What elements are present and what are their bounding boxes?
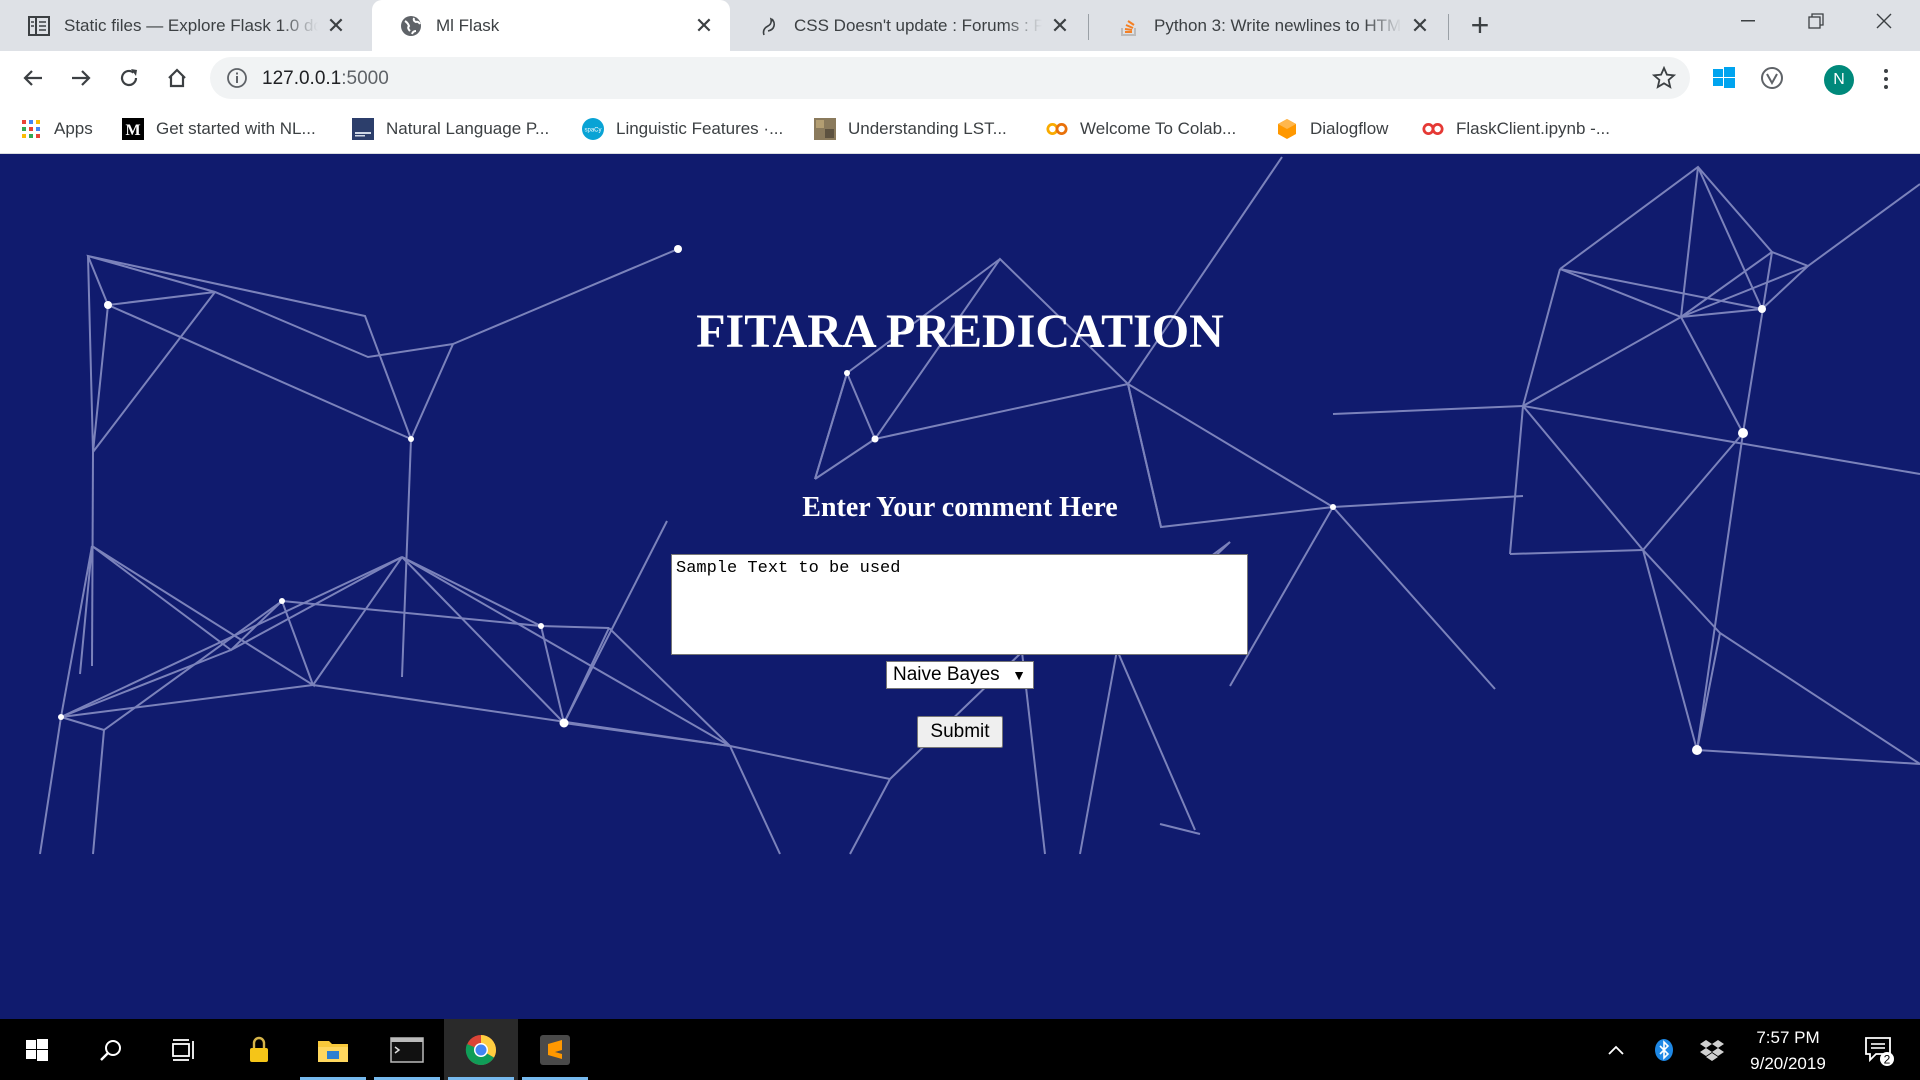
close-icon[interactable]: ✕ xyxy=(324,13,348,38)
close-window-button[interactable] xyxy=(1856,0,1912,42)
url-host: 127.0.0.1 xyxy=(262,68,342,89)
restore-button[interactable] xyxy=(1788,0,1844,42)
comment-label: Enter Your comment Here xyxy=(802,492,1118,523)
bookmark-label: Linguistic Features ·... xyxy=(616,119,784,138)
bookmarks-bar: Apps M Get started with NL... Natural La… xyxy=(0,104,1920,154)
tab-title: Ml Flask xyxy=(436,15,500,35)
windows-taskbar: 7:57 PM 9/20/2019 2 xyxy=(0,1019,1920,1080)
windows-extension-icon[interactable] xyxy=(1710,64,1738,92)
info-icon[interactable] xyxy=(226,67,248,89)
comment-textarea[interactable]: Sample Text to be used xyxy=(671,554,1248,655)
bookmark-dialogflow[interactable]: Dialogflow xyxy=(1276,116,1388,142)
browser-toolbar: 127.0.0.1:5000 N xyxy=(0,51,1920,104)
arrow-right-icon xyxy=(72,70,91,86)
dialogflow-icon xyxy=(1276,118,1298,140)
bookmark-natural-language[interactable]: Natural Language P... xyxy=(352,116,549,142)
tab-title: Python 3: Write newlines to HTML - Stack… xyxy=(1154,15,1402,35)
bookmark-label: Welcome To Colab... xyxy=(1080,119,1237,138)
show-hidden-icons-chevron-icon[interactable] xyxy=(1600,1019,1632,1080)
book-icon xyxy=(28,15,50,37)
avatar[interactable]: N xyxy=(1824,65,1854,95)
bookmark-label: Dialogflow xyxy=(1310,119,1389,138)
svg-text:spaCy: spaCy xyxy=(584,128,601,134)
bookmark-flaskclient[interactable]: FlaskClient.ipynb -... xyxy=(1422,116,1610,142)
home-button[interactable] xyxy=(160,61,194,95)
forward-button[interactable] xyxy=(64,61,98,95)
chrome-icon[interactable] xyxy=(444,1019,518,1080)
bookmark-label: Natural Language P... xyxy=(386,119,550,138)
close-icon[interactable]: ✕ xyxy=(692,13,716,38)
action-center-icon[interactable]: 2 xyxy=(1854,1019,1904,1080)
apps-grid-icon xyxy=(20,118,42,140)
address-bar[interactable]: 127.0.0.1:5000 xyxy=(210,57,1690,99)
close-icon[interactable]: ✕ xyxy=(1048,13,1072,38)
model-select[interactable]: Naive Bayes ▼ xyxy=(886,661,1034,689)
page-title: FITARA PREDICATION xyxy=(696,305,1224,358)
stackoverflow-icon xyxy=(1118,15,1140,37)
tab-css-forums[interactable]: CSS Doesn't update : Forums : PythonAnyw… xyxy=(730,0,1086,51)
submit-button[interactable]: Submit xyxy=(917,716,1003,748)
dropbox-icon[interactable] xyxy=(1696,1019,1728,1080)
bookmark-label: Get started with NL... xyxy=(156,119,316,138)
url-text[interactable]: 127.0.0.1:5000 xyxy=(262,68,389,90)
new-tab-button[interactable]: + xyxy=(1464,9,1496,42)
file-explorer-icon[interactable] xyxy=(296,1019,370,1080)
image-thumb-icon xyxy=(814,118,836,140)
star-icon[interactable] xyxy=(1652,66,1676,90)
task-view-icon[interactable] xyxy=(148,1019,222,1080)
windows-start-icon[interactable] xyxy=(0,1019,74,1080)
reload-icon xyxy=(120,69,138,87)
more-menu-icon[interactable] xyxy=(1876,65,1896,93)
tab-strip: Static files — Explore Flask 1.0 documen… xyxy=(0,0,1920,51)
clock-time: 7:57 PM xyxy=(1756,1028,1820,1047)
bookmark-label: Understanding LST... xyxy=(848,119,1007,138)
bookmark-nlp-medium[interactable]: M Get started with NL... xyxy=(122,116,316,142)
terminal-icon[interactable] xyxy=(370,1019,444,1080)
reload-button[interactable] xyxy=(112,61,146,95)
bookmark-apps[interactable]: Apps xyxy=(20,116,93,142)
back-button[interactable] xyxy=(16,61,50,95)
bluetooth-icon[interactable] xyxy=(1648,1019,1680,1080)
bookmark-label: Apps xyxy=(54,119,93,138)
svg-text:M: M xyxy=(125,122,140,139)
model-select-value: Naive Bayes xyxy=(893,664,1000,685)
close-icon[interactable]: ✕ xyxy=(1408,13,1432,38)
minimize-button[interactable] xyxy=(1720,0,1776,42)
medium-icon: M xyxy=(122,118,144,140)
home-icon xyxy=(168,68,186,88)
tab-static-files[interactable]: Static files — Explore Flask 1.0 documen… xyxy=(0,0,362,51)
globe-icon xyxy=(400,15,422,37)
bookmark-welcome-colab[interactable]: Welcome To Colab... xyxy=(1046,116,1236,142)
lock-app-icon[interactable] xyxy=(222,1019,296,1080)
arrow-left-icon xyxy=(23,70,42,86)
vimeo-extension-icon[interactable] xyxy=(1758,64,1786,92)
tab-separator xyxy=(1448,14,1449,40)
sublime-text-icon[interactable] xyxy=(518,1019,592,1080)
spacy-icon: spaCy xyxy=(582,118,604,140)
python-anywhere-icon xyxy=(758,15,780,37)
url-port: :5000 xyxy=(341,68,389,89)
page-content: FITARA PREDICATION Enter Your comment He… xyxy=(0,154,1920,1019)
dropdown-caret-icon: ▼ xyxy=(1012,667,1026,683)
colab-icon xyxy=(1046,118,1068,140)
tab-python-newlines[interactable]: Python 3: Write newlines to HTML - Stack… xyxy=(1090,0,1446,51)
colab-icon xyxy=(1422,118,1444,140)
bookmark-linguistic-features[interactable]: spaCy Linguistic Features ·... xyxy=(582,116,783,142)
bookmark-understanding-lstm[interactable]: Understanding LST... xyxy=(814,116,1007,142)
tab-separator xyxy=(1088,14,1089,40)
taskbar-clock[interactable]: 7:57 PM 9/20/2019 xyxy=(1728,1025,1848,1077)
clock-date: 9/20/2019 xyxy=(1750,1054,1826,1073)
book-cover-icon xyxy=(352,118,374,140)
tab-title: CSS Doesn't update : Forums : PythonAnyw… xyxy=(794,15,1042,35)
notification-count: 2 xyxy=(1884,1052,1891,1066)
tab-title: Static files — Explore Flask 1.0 documen… xyxy=(64,15,318,35)
bookmark-label: FlaskClient.ipynb -... xyxy=(1456,119,1610,138)
search-icon[interactable] xyxy=(74,1019,148,1080)
tab-ml-flask[interactable]: Ml Flask ✕ xyxy=(372,0,730,51)
